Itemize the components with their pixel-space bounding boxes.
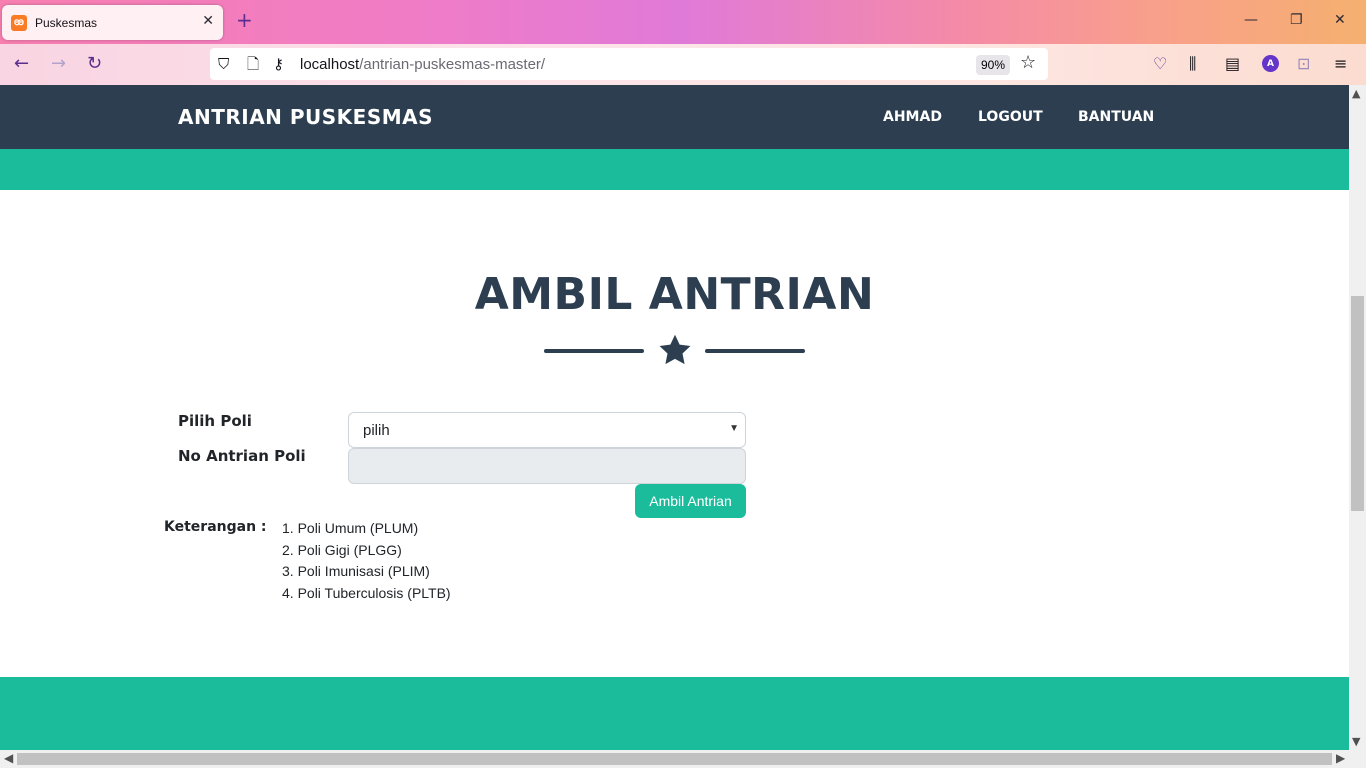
no-antrian-label: No Antrian Poli <box>178 447 306 465</box>
xampp-favicon-icon: ꙭ <box>11 14 27 31</box>
hamburger-menu-icon[interactable]: ≡ <box>1334 54 1347 74</box>
url-host: localhost <box>300 56 360 73</box>
forward-arrow-icon[interactable]: → <box>51 53 66 75</box>
list-item: 3. Poli Imunisasi (PLIM) <box>282 563 430 580</box>
horizontal-scroll-thumb[interactable] <box>17 753 1332 765</box>
site-navbar: ANTRIAN PUSKESMAS AHMAD LOGOUT BANTUAN <box>0 85 1349 149</box>
vertical-scrollbar[interactable]: ▲ ▼ <box>1349 85 1366 750</box>
keterangan-list: 1. Poli Umum (PLUM) 2. Poli Gigi (PLGG) … <box>282 519 451 606</box>
vertical-scroll-thumb[interactable] <box>1351 296 1364 511</box>
list-item: 1. Poli Umum (PLUM) <box>282 520 419 536</box>
sidebar-icon[interactable]: ▤ <box>1225 54 1240 74</box>
extension-icon[interactable]: ⊡ <box>1297 54 1310 74</box>
no-antrian-input[interactable] <box>348 448 746 484</box>
scroll-left-icon[interactable]: ◀ <box>4 751 13 765</box>
page-info-icon[interactable]: 🗋 <box>247 54 259 74</box>
page-title: AMBIL ANTRIAN <box>474 269 875 320</box>
poli-select[interactable]: pilih ▼ <box>348 412 746 448</box>
footer-band <box>0 677 1349 750</box>
pocket-icon[interactable]: ♡ <box>1153 54 1167 74</box>
minimize-icon[interactable]: — <box>1244 12 1258 28</box>
window-close-icon[interactable]: ✕ <box>1334 12 1346 28</box>
browser-tab-bar: ꙭ Puskesmas ✕ + — ❐ ✕ <box>0 0 1366 44</box>
site-brand[interactable]: ANTRIAN PUSKESMAS <box>178 105 433 129</box>
zoom-badge[interactable]: 90% <box>976 55 1010 75</box>
back-arrow-icon[interactable]: ← <box>14 53 29 75</box>
nav-link-logout[interactable]: LOGOUT <box>978 109 1043 125</box>
browser-tab-active[interactable]: ꙭ Puskesmas ✕ <box>2 5 223 40</box>
reload-icon[interactable]: ↻ <box>87 53 102 75</box>
keterangan-label: Keterangan : <box>164 519 267 535</box>
divider-line-left <box>544 349 644 353</box>
scroll-up-icon[interactable]: ▲ <box>1352 87 1360 100</box>
poli-select-value: pilih <box>363 422 390 439</box>
list-item: 2. Poli Gigi (PLGG) <box>282 541 402 558</box>
page-viewport: ANTRIAN PUSKESMAS AHMAD LOGOUT BANTUAN A… <box>0 85 1349 750</box>
account-avatar[interactable]: A <box>1262 55 1279 72</box>
header-band <box>0 149 1349 190</box>
shield-icon[interactable]: ⛉ <box>218 54 229 74</box>
divider-line-right <box>705 349 805 353</box>
new-tab-plus-icon[interactable]: + <box>236 10 253 30</box>
scrollbar-corner <box>1349 750 1366 768</box>
browser-toolbar: ← → ↻ ⛉ 🗋 ⚷ localhost/antrian-puskesmas-… <box>0 44 1366 85</box>
horizontal-scrollbar[interactable]: ◀ ▶ <box>0 750 1349 768</box>
url-text[interactable]: localhost/antrian-puskesmas-master/ <box>300 56 545 73</box>
url-path: /antrian-puskesmas-master/ <box>359 56 546 73</box>
nav-link-bantuan[interactable]: BANTUAN <box>1078 109 1154 125</box>
list-item: 4. Poli Tuberculosis (PLTB) <box>282 585 451 602</box>
nav-link-ahmad[interactable]: AHMAD <box>883 109 942 125</box>
chevron-down-icon: ▼ <box>729 423 739 434</box>
bookmark-star-icon[interactable]: ☆ <box>1020 52 1036 73</box>
scroll-down-icon[interactable]: ▼ <box>1352 735 1360 748</box>
ambil-antrian-button[interactable]: Ambil Antrian <box>635 484 746 518</box>
star-icon <box>659 334 691 365</box>
tab-title: Puskesmas <box>35 15 98 30</box>
poli-label: Pilih Poli <box>178 412 252 430</box>
restore-icon[interactable]: ❐ <box>1290 12 1303 28</box>
key-icon[interactable]: ⚷ <box>273 54 284 74</box>
tab-close-icon[interactable]: ✕ <box>202 13 214 29</box>
library-icon[interactable]: ⫼ <box>1189 54 1196 74</box>
address-bar[interactable]: ⛉ 🗋 ⚷ localhost/antrian-puskesmas-master… <box>210 48 1048 80</box>
scroll-right-icon[interactable]: ▶ <box>1336 751 1345 765</box>
